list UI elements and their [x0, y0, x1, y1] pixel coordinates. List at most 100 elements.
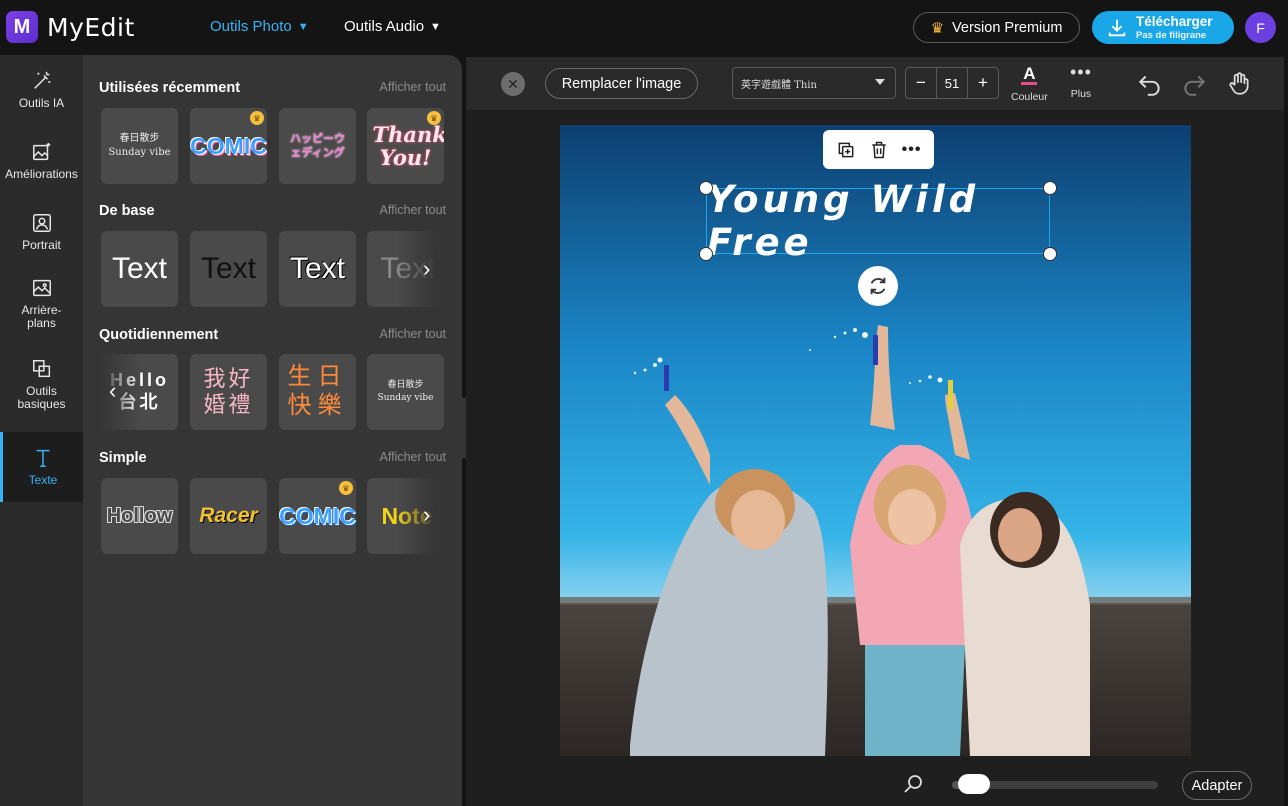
text-style-tile[interactable]: Hollow [101, 478, 178, 554]
background-icon [32, 279, 51, 296]
show-all-link[interactable]: Afficher tout [380, 450, 446, 464]
section-title: Quotidiennement [99, 327, 219, 343]
logo-mark: M [6, 11, 38, 43]
more-options-icon[interactable]: ••• [902, 141, 922, 159]
resize-handle-top-left[interactable] [699, 181, 713, 195]
font-size-stepper: − 51 + [905, 67, 999, 99]
text-styles-panel: Utilisées récemment Afficher tout 春日散步 S… [83, 55, 462, 806]
color-button[interactable]: A Couleur [1011, 65, 1048, 103]
text-style-tile[interactable]: COMIC ♛ [279, 478, 356, 554]
close-button[interactable]: ✕ [501, 72, 525, 96]
sidebar-item-texte[interactable]: Texte [0, 432, 83, 502]
color-label: Couleur [1011, 91, 1048, 103]
increase-size-button[interactable]: + [968, 68, 998, 98]
sidebar-item-outils-ia[interactable]: Outils IA [0, 55, 83, 125]
resize-handle-top-right[interactable] [1043, 181, 1057, 195]
tile-preview: Text [111, 252, 168, 285]
zoom-icon[interactable] [902, 772, 926, 796]
tile-preview: 生日快樂 [287, 363, 348, 419]
close-icon: ✕ [507, 75, 519, 92]
text-style-tile[interactable]: Racer [190, 478, 267, 554]
premium-button[interactable]: ♛ Version Premium [913, 12, 1080, 43]
rotate-icon [870, 277, 886, 295]
font-size-input[interactable]: 51 [936, 68, 968, 98]
tile-preview: ハッピーウェディング [290, 132, 345, 159]
tile-preview: Text [200, 252, 257, 285]
text-color-icon: A [1021, 64, 1038, 85]
show-all-link[interactable]: Afficher tout [380, 327, 446, 341]
tile-preview: 我好婚禮 [203, 365, 254, 417]
tile-preview: Thank You! [372, 121, 445, 170]
text-style-tile[interactable]: Text [279, 231, 356, 307]
text-style-tile[interactable]: Thank You! ♛ [367, 108, 444, 184]
resize-handle-bottom-right[interactable] [1043, 247, 1057, 261]
crown-icon: ♛ [339, 481, 353, 495]
sidebar-item-label: Arrière-plans [21, 302, 62, 330]
top-bar: M MyEdit Outils Photo ▼ Outils Audio ▼ ♛… [0, 0, 1288, 55]
sidebar-item-outils-basiques[interactable]: Outils basiques [0, 349, 83, 419]
replace-image-button[interactable]: Remplacer l'image [545, 68, 698, 99]
download-icon [1108, 19, 1126, 36]
duplicate-icon[interactable] [836, 140, 856, 160]
redo-icon[interactable] [1181, 71, 1207, 97]
text-style-tile[interactable]: Text [190, 231, 267, 307]
more-button[interactable]: ••• Plus [1070, 63, 1092, 100]
chevron-down-icon [875, 79, 885, 85]
left-sidebar: Outils IA Améliorations Portrait Arrière… [0, 55, 83, 806]
nav-outils-photo-label: Outils Photo [210, 18, 292, 35]
undo-icon[interactable] [1137, 71, 1163, 97]
text-style-tile[interactable]: 春日散步 Sunday vibe [101, 108, 178, 184]
sidebar-item-label: Portrait [22, 238, 61, 253]
tile-preview: 春日散步 Sunday vibe [108, 133, 171, 158]
text-style-tile[interactable]: 春日散步 Sunday vibe [367, 354, 444, 430]
nav-outils-photo[interactable]: Outils Photo ▼ [210, 18, 309, 35]
scroll-left-icon[interactable]: ‹ [109, 378, 116, 404]
resize-handle-bottom-left[interactable] [699, 247, 713, 261]
delete-icon[interactable] [869, 140, 889, 160]
tile-preview: Hollow [106, 504, 173, 527]
font-select[interactable]: 英字遊戲體 Thin [732, 67, 896, 99]
text-style-tile[interactable]: Text [101, 231, 178, 307]
hand-pan-icon[interactable] [1226, 71, 1252, 97]
logo-text: MyEdit [47, 12, 135, 42]
text-style-tile[interactable]: 生日快樂 [279, 354, 356, 430]
zoom-slider-knob[interactable] [958, 774, 991, 794]
element-actions-bar: ••• [823, 130, 934, 169]
show-all-link[interactable]: Afficher tout [380, 203, 446, 217]
sidebar-item-portrait[interactable]: Portrait [0, 197, 83, 267]
text-style-tile[interactable]: COMIC ♛ [190, 108, 267, 184]
portrait-icon [32, 214, 51, 233]
sidebar-item-label: Outils IA [18, 96, 65, 111]
image-sparkle-icon [32, 143, 50, 161]
crown-icon: ♛ [930, 19, 945, 37]
rotate-handle[interactable] [858, 266, 898, 306]
more-label: Plus [1070, 88, 1092, 100]
text-selection-box[interactable]: Young Wild Free [699, 178, 1057, 264]
nav-outils-audio[interactable]: Outils Audio ▼ [344, 18, 441, 35]
text-style-tile[interactable]: 我好婚禮 [190, 354, 267, 430]
chevron-down-icon: ▼ [297, 20, 309, 33]
decrease-size-button[interactable]: − [906, 68, 936, 98]
editor-toolbar: ✕ Remplacer l'image 英字遊戲體 Thin − 51 + A … [466, 57, 1284, 110]
fit-button[interactable]: Adapter [1182, 771, 1252, 800]
scroll-right-icon[interactable]: › [423, 502, 430, 528]
canvas-text[interactable]: Young Wild Free [707, 178, 1049, 264]
avatar[interactable]: F [1245, 12, 1276, 43]
nav-outils-audio-label: Outils Audio [344, 18, 425, 35]
section-title: De base [99, 203, 155, 219]
tile-preview: Racer [199, 504, 258, 527]
sidebar-item-ameliorations[interactable]: Améliorations [0, 126, 83, 196]
crown-icon: ♛ [427, 111, 441, 125]
sidebar-item-arriere-plans[interactable]: Arrière-plans [0, 268, 83, 338]
logo[interactable]: M MyEdit [6, 11, 135, 43]
download-button[interactable]: Télécharger Pas de filigrane [1092, 11, 1234, 44]
text-icon [36, 450, 50, 468]
text-style-tile[interactable]: ハッピーウェディング [279, 108, 356, 184]
sidebar-item-label: Texte [28, 473, 58, 488]
crown-icon: ♛ [250, 111, 264, 125]
show-all-link[interactable]: Afficher tout [380, 80, 446, 94]
crop-icon [32, 359, 50, 377]
font-select-value: 英字遊戲體 Thin [741, 79, 817, 91]
scroll-right-icon[interactable]: › [423, 256, 430, 282]
premium-label: Version Premium [952, 19, 1063, 36]
